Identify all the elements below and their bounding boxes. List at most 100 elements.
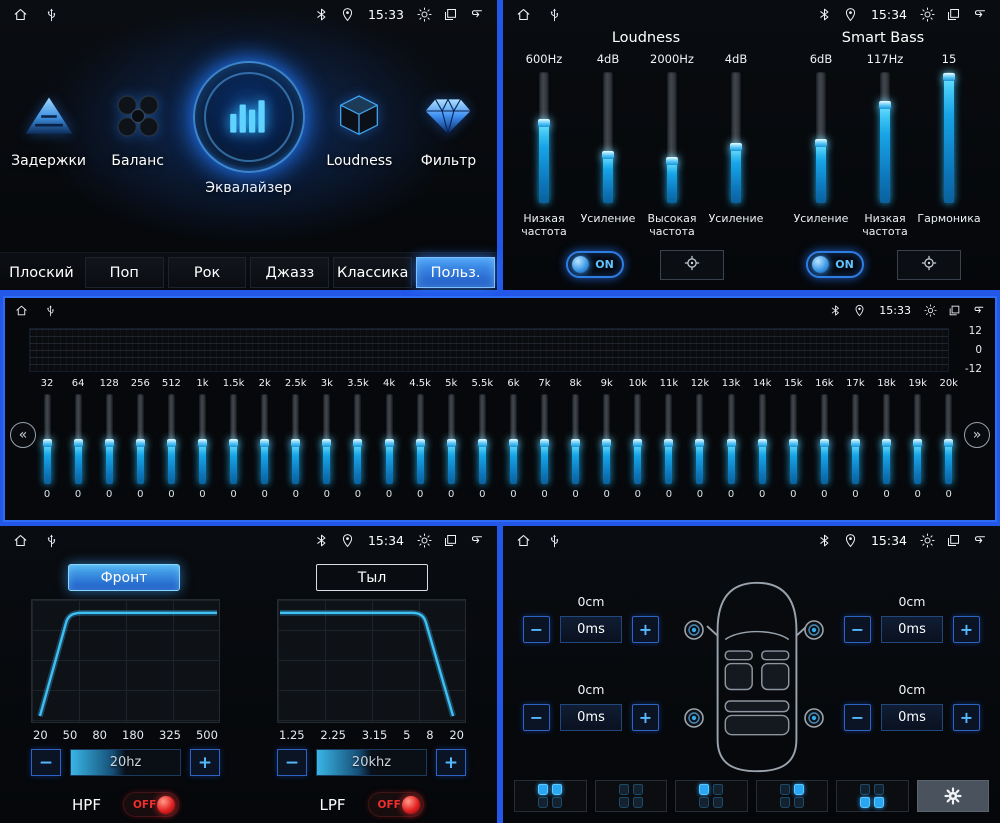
preset-tab-6[interactable]: Польз. [416, 257, 495, 288]
brightness-icon[interactable] [920, 6, 935, 22]
slider-thumb[interactable] [538, 119, 550, 128]
lpf-plus-button[interactable]: + [436, 749, 466, 776]
vertical-slider[interactable] [322, 394, 332, 484]
vertical-slider[interactable] [73, 394, 83, 484]
vertical-slider[interactable] [477, 394, 487, 484]
slider-thumb[interactable] [944, 438, 954, 447]
slider-thumb[interactable] [384, 438, 394, 447]
settings-gear-button[interactable] [916, 780, 989, 812]
slider-thumb[interactable] [540, 438, 549, 447]
menu-item-loudness[interactable]: Loudness [315, 88, 404, 169]
slider-thumb[interactable] [446, 438, 456, 447]
slider-thumb[interactable] [788, 438, 798, 447]
slider-thumb[interactable] [291, 438, 301, 447]
vertical-slider[interactable] [944, 394, 954, 484]
delay-plus-button[interactable]: + [632, 704, 659, 731]
eq-page-next-button[interactable]: » [964, 422, 990, 448]
vertical-slider[interactable] [415, 394, 425, 484]
vertical-slider[interactable] [815, 72, 827, 203]
vertical-slider[interactable] [229, 394, 239, 484]
home-icon[interactable] [516, 533, 531, 548]
windows-icon[interactable] [443, 7, 458, 22]
slider-thumb[interactable] [229, 438, 239, 447]
windows-icon[interactable] [946, 533, 961, 548]
preset-tab-3[interactable]: Рок [167, 257, 247, 288]
vertical-slider[interactable] [819, 394, 829, 484]
slider-thumb[interactable] [815, 138, 827, 147]
back-icon[interactable] [469, 7, 484, 22]
vertical-slider[interactable] [913, 394, 923, 484]
delay-plus-button[interactable]: + [953, 704, 980, 731]
hpf-minus-button[interactable]: − [31, 749, 61, 776]
vertical-slider[interactable] [788, 394, 798, 484]
vertical-slider[interactable] [757, 394, 767, 484]
slider-thumb[interactable] [353, 438, 363, 447]
preset-tab-5[interactable]: Классика [333, 257, 413, 288]
slider-thumb[interactable] [571, 438, 581, 447]
position-preset-button-1[interactable] [514, 780, 587, 812]
slider-thumb[interactable] [42, 438, 52, 447]
vertical-slider[interactable] [730, 72, 742, 203]
vertical-slider[interactable] [943, 72, 955, 203]
slider-thumb[interactable] [879, 100, 891, 109]
hpf-plus-button[interactable]: + [190, 749, 220, 776]
vertical-slider[interactable] [882, 394, 892, 484]
slider-thumb[interactable] [943, 73, 955, 82]
preset-tab-4[interactable]: Джазз [250, 257, 330, 288]
slider-thumb[interactable] [757, 438, 767, 447]
vertical-slider[interactable] [446, 394, 456, 484]
vertical-slider[interactable] [695, 394, 705, 484]
vertical-slider[interactable] [602, 394, 612, 484]
back-icon[interactable] [972, 7, 987, 22]
slider-thumb[interactable] [322, 438, 332, 447]
vertical-slider[interactable] [850, 394, 860, 484]
back-icon[interactable] [469, 533, 484, 548]
brightness-icon[interactable] [924, 303, 937, 317]
slider-thumb[interactable] [602, 150, 614, 159]
vertical-slider[interactable] [664, 394, 674, 484]
tab-front[interactable]: Фронт [68, 564, 180, 591]
lpf-minus-button[interactable]: − [277, 749, 307, 776]
slider-thumb[interactable] [415, 438, 425, 447]
home-icon[interactable] [13, 533, 28, 548]
brightness-icon[interactable] [920, 532, 935, 548]
vertical-slider[interactable] [42, 394, 52, 484]
slider-thumb[interactable] [135, 438, 145, 447]
brightness-icon[interactable] [417, 532, 432, 548]
delay-plus-button[interactable]: + [953, 616, 980, 643]
vertical-slider[interactable] [384, 394, 394, 484]
vertical-slider[interactable] [166, 394, 176, 484]
delay-plus-button[interactable]: + [632, 616, 659, 643]
slider-thumb[interactable] [666, 157, 678, 166]
menu-item-equalizer[interactable]: Эквалайзер [182, 61, 315, 196]
hpf-off-toggle[interactable]: OFF [122, 792, 179, 817]
lpf-off-toggle[interactable]: OFF [367, 792, 424, 817]
vertical-slider[interactable] [538, 72, 550, 203]
slider-thumb[interactable] [819, 438, 829, 447]
position-preset-button-4[interactable] [755, 780, 828, 812]
slider-thumb[interactable] [166, 438, 176, 447]
vertical-slider[interactable] [633, 394, 643, 484]
tab-rear[interactable]: Тыл [316, 564, 428, 591]
delay-minus-button[interactable]: − [844, 616, 871, 643]
vertical-slider[interactable] [104, 394, 114, 484]
vertical-slider[interactable] [571, 394, 581, 484]
slider-thumb[interactable] [913, 438, 923, 447]
slider-thumb[interactable] [726, 438, 736, 447]
windows-icon[interactable] [443, 533, 458, 548]
delay-minus-button[interactable]: − [844, 704, 871, 731]
smartbass-on-toggle[interactable]: ON [806, 251, 864, 278]
windows-icon[interactable] [948, 304, 961, 317]
slider-thumb[interactable] [695, 438, 705, 447]
slider-thumb[interactable] [477, 438, 487, 447]
preset-tab-2[interactable]: Поп [84, 257, 164, 288]
menu-item-filter[interactable]: Фильтр [404, 88, 493, 169]
slider-thumb[interactable] [508, 438, 518, 447]
back-icon[interactable] [972, 304, 985, 317]
vertical-slider[interactable] [508, 394, 518, 484]
menu-item-balance[interactable]: Баланс [93, 88, 182, 169]
vertical-slider[interactable] [135, 394, 145, 484]
vertical-slider[interactable] [879, 72, 891, 203]
vertical-slider[interactable] [602, 72, 614, 203]
preset-tab-1[interactable]: Плоский [2, 257, 81, 288]
